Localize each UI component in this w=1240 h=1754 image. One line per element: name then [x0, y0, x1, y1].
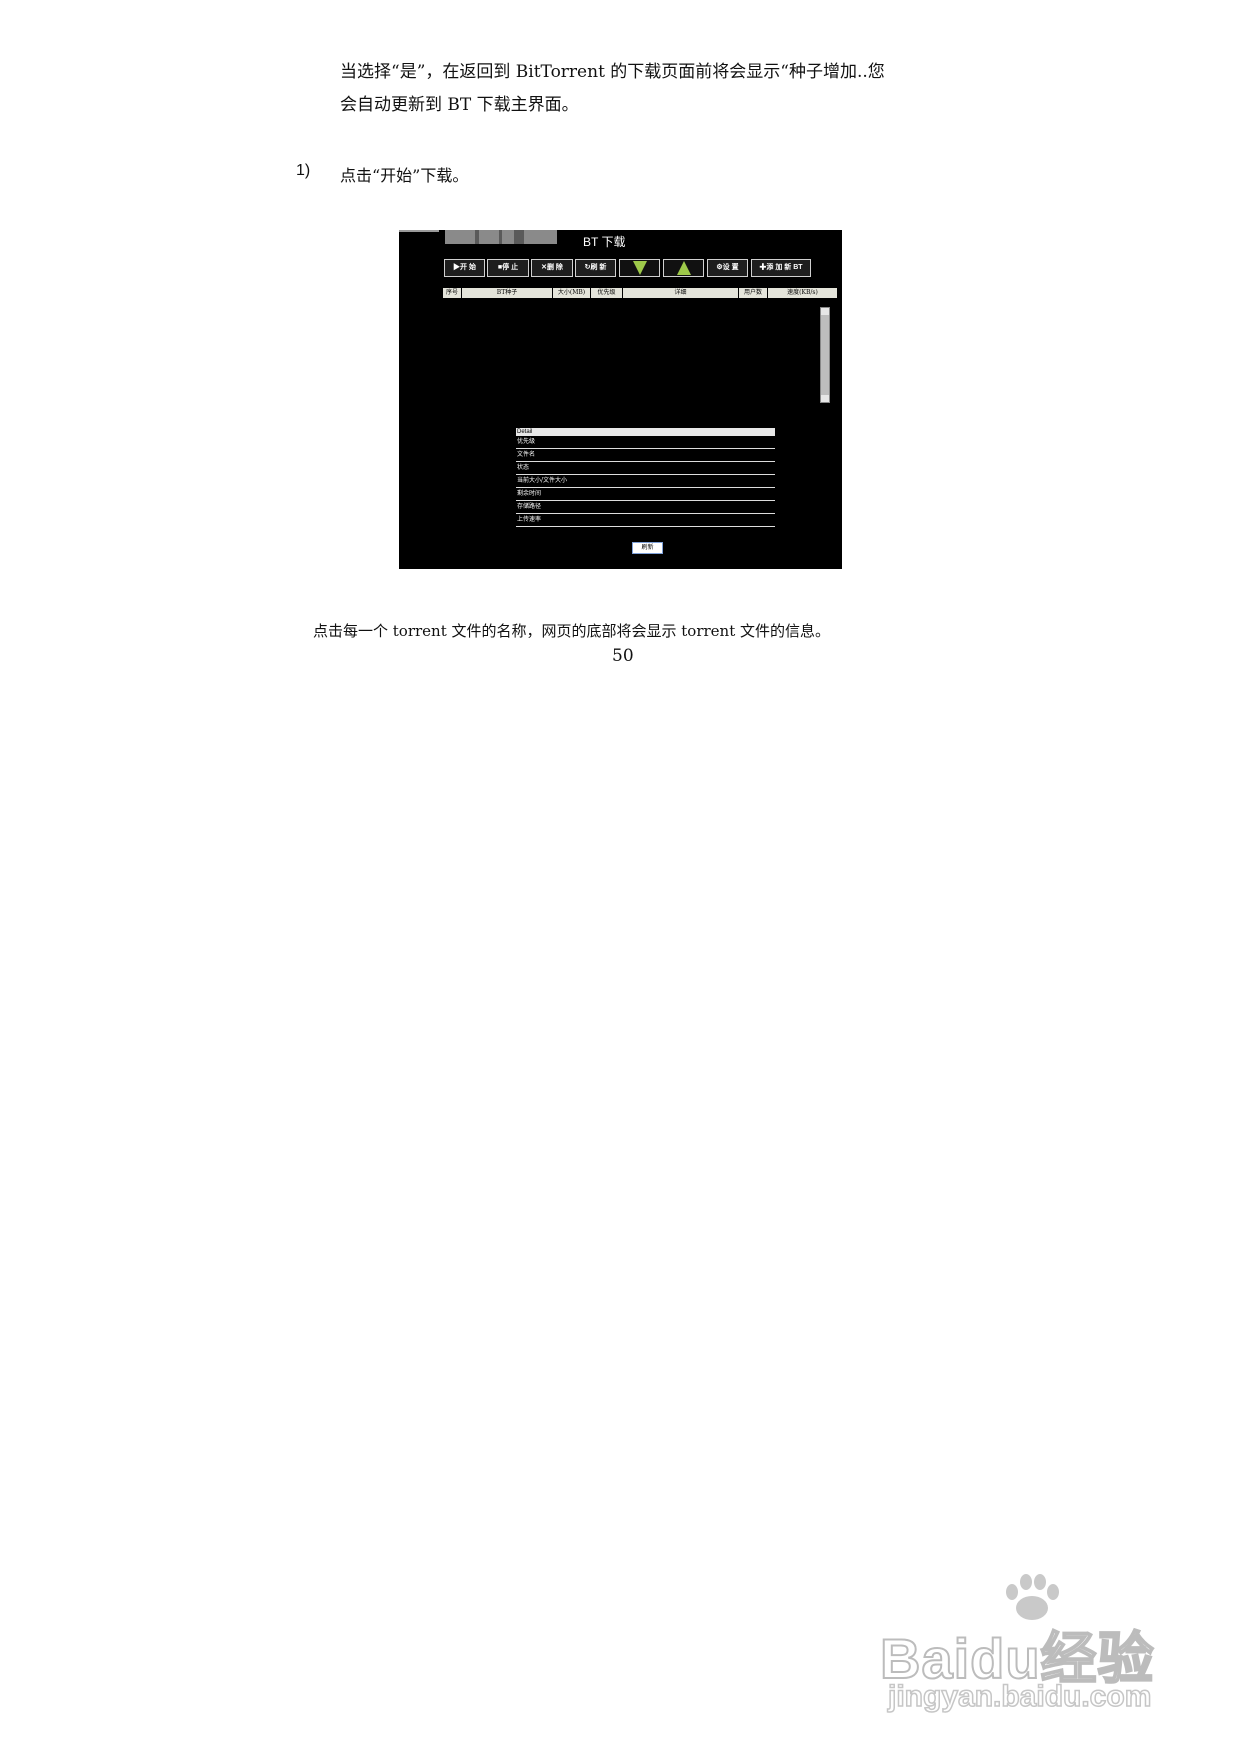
table-scrollbar[interactable] [820, 307, 830, 403]
col-priority: 优先级 [591, 288, 622, 298]
col-speed: 速度(KB/s) [768, 288, 837, 298]
caption: 点击每一个 torrent 文件的名称，网页的底部将会显示 torrent 文件… [313, 622, 831, 640]
stop-button[interactable]: ■停 止 [487, 259, 529, 277]
intro-line-2: 会自动更新到 BT 下载主界面。 [340, 95, 579, 115]
arrow-down-icon [632, 261, 647, 275]
start-button[interactable]: ▶开 始 [444, 259, 485, 277]
col-detail: 详细 [623, 288, 738, 298]
detail-row: 状态 [516, 462, 775, 475]
detail-row: 上传速率 [516, 514, 775, 527]
col-users: 用户数 [739, 288, 767, 298]
detail-row: 剩余时间 [516, 488, 775, 501]
watermark: Baidu经验 jingyan.baidu.com [879, 1570, 1170, 1720]
step-text: 点击“开始”下载。 [340, 166, 469, 185]
detail-row: 优先级 [516, 436, 775, 449]
detail-panel: Detail 优先级 文件名 状态 当前大小/文件大小 剩余时间 存储路径 上传… [516, 428, 775, 527]
detail-row: 文件名 [516, 449, 775, 462]
detail-refresh-button[interactable]: 刷新 [632, 542, 663, 554]
col-torrent: BT种子 [462, 288, 552, 298]
scroll-down-arrow[interactable] [821, 395, 829, 402]
refresh-button[interactable]: ↻刷 新 [575, 259, 616, 277]
detail-header: Detail [516, 428, 775, 436]
col-index: 序号 [443, 288, 461, 298]
intro-line-1: 当选择“是”，在返回到 BitTorrent 的下载页面前将会显示“种子增加..… [340, 62, 885, 82]
logo-graphic [445, 230, 557, 244]
table-header: 序号 BT种子 大小(MB) 优先级 详细 用户数 速度(KB/s) [443, 288, 837, 298]
move-up-button[interactable] [663, 259, 704, 277]
top-strip [399, 230, 439, 232]
move-down-button[interactable] [619, 259, 660, 277]
delete-button[interactable]: ✕删 除 [531, 259, 573, 277]
page-number: 50 [612, 646, 634, 666]
step-number: 1) [296, 162, 311, 179]
scroll-up-arrow[interactable] [821, 308, 829, 315]
bt-download-screenshot: BT 下载 ▶开 始 ■停 止 ✕删 除 ↻刷 新 ⚙设 置 ✚添 加 新 BT… [399, 230, 842, 569]
watermark-site: jingyan.baidu.com [887, 1679, 1152, 1714]
detail-row: 存储路径 [516, 501, 775, 514]
col-size: 大小(MB) [553, 288, 590, 298]
arrow-up-icon [676, 261, 691, 275]
screenshot-title: BT 下载 [583, 235, 626, 249]
settings-button[interactable]: ⚙设 置 [707, 259, 748, 277]
detail-row: 当前大小/文件大小 [516, 475, 775, 488]
add-bt-button[interactable]: ✚添 加 新 BT [751, 259, 811, 277]
